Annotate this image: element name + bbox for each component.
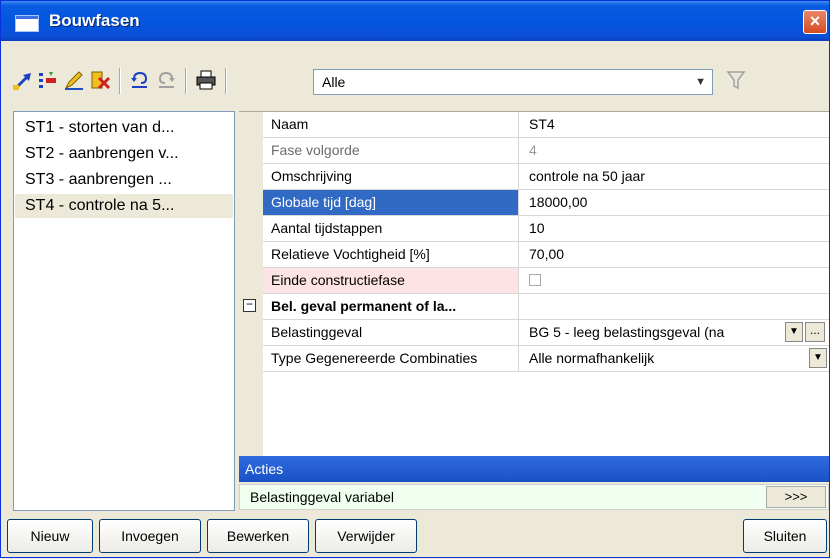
toolbar-separator bbox=[185, 68, 187, 94]
print-icon[interactable] bbox=[195, 69, 217, 91]
property-value bbox=[521, 268, 829, 293]
property-row-einde-constructiefase[interactable]: Einde constructiefase bbox=[263, 268, 829, 294]
category-value bbox=[521, 294, 829, 319]
property-label: Einde constructiefase bbox=[263, 268, 519, 293]
property-value[interactable]: 10 bbox=[521, 216, 829, 241]
chevron-down-icon[interactable]: ▼ bbox=[785, 322, 803, 342]
list-item-selected[interactable]: ST4 - controle na 5... bbox=[15, 194, 233, 218]
new-stage-icon[interactable] bbox=[11, 69, 33, 91]
filter-funnel-icon[interactable] bbox=[725, 69, 747, 91]
property-row-omschrijving[interactable]: Omschrijving controle na 50 jaar bbox=[263, 164, 829, 190]
redo-icon[interactable] bbox=[155, 69, 177, 91]
window-title: Bouwfasen bbox=[49, 11, 140, 30]
list-item[interactable]: ST2 - aanbrengen v... bbox=[15, 142, 233, 166]
property-row-naam[interactable]: Naam ST4 bbox=[263, 112, 829, 138]
collapse-icon[interactable]: − bbox=[243, 298, 256, 312]
property-row-relatieve-vochtigheid[interactable]: Relatieve Vochtigheid [%] 70,00 bbox=[263, 242, 829, 268]
property-label: Relatieve Vochtigheid [%] bbox=[263, 242, 519, 267]
edit-icon[interactable] bbox=[63, 69, 85, 91]
property-value[interactable]: 70,00 bbox=[521, 242, 829, 267]
chevron-down-icon[interactable]: ▼ bbox=[695, 76, 706, 88]
action-expand-button[interactable]: >>> bbox=[766, 486, 826, 508]
filter-dropdown[interactable]: Alle ▼ bbox=[313, 69, 713, 95]
bouwfasen-window: Bouwfasen × Alle ▼ ST1 - storten van d..… bbox=[0, 0, 830, 558]
toolbar-separator bbox=[225, 68, 227, 94]
property-label: Fase volgorde bbox=[263, 138, 519, 163]
toolbar-separator bbox=[119, 68, 121, 94]
undo-icon[interactable] bbox=[129, 69, 151, 91]
property-value: 4 bbox=[529, 142, 537, 158]
invoegen-button[interactable]: Invoegen bbox=[99, 519, 201, 553]
list-item[interactable]: ST1 - storten van d... bbox=[15, 116, 233, 140]
category-label: Bel. geval permanent of la... bbox=[263, 294, 519, 319]
property-label: Aantal tijdstappen bbox=[263, 216, 519, 241]
property-row-aantal-tijdstappen[interactable]: Aantal tijdstappen 10 bbox=[263, 216, 829, 242]
phase-list[interactable]: ST1 - storten van d... ST2 - aanbrengen … bbox=[13, 111, 235, 511]
property-value[interactable]: Alle normafhankelijk bbox=[521, 346, 791, 371]
sluiten-button[interactable]: Sluiten bbox=[743, 519, 827, 553]
filter-value: Alle bbox=[322, 74, 346, 90]
property-value[interactable]: ST4 bbox=[521, 112, 829, 137]
verwijder-button[interactable]: Verwijder bbox=[315, 519, 417, 553]
einde-constructiefase-checkbox[interactable] bbox=[529, 274, 541, 286]
property-label-selected: Globale tijd [dag] bbox=[263, 190, 519, 215]
action-label: Belastinggeval variabel bbox=[250, 489, 394, 505]
insert-icon[interactable] bbox=[37, 69, 59, 91]
property-value[interactable]: 18000,00 bbox=[521, 190, 829, 215]
action-row[interactable]: Belastinggeval variabel >>> bbox=[239, 484, 829, 510]
property-label: Omschrijving bbox=[263, 164, 519, 189]
title-bar[interactable]: Bouwfasen × bbox=[1, 1, 829, 41]
chevron-down-icon[interactable]: ▼ bbox=[809, 348, 827, 368]
property-row-globale-tijd[interactable]: Globale tijd [dag] 18000,00 bbox=[263, 190, 829, 216]
grid-gutter bbox=[239, 112, 263, 457]
delete-icon[interactable] bbox=[89, 69, 111, 91]
property-label: Belastinggeval bbox=[263, 320, 519, 345]
actions-header: Acties bbox=[239, 456, 829, 482]
list-item[interactable]: ST3 - aanbrengen ... bbox=[15, 168, 233, 192]
window-icon bbox=[15, 15, 39, 32]
close-button[interactable]: × bbox=[803, 10, 827, 34]
property-grid: Naam ST4 Fase volgorde 4 Omschrijving co… bbox=[239, 111, 829, 457]
toolbar: Alle ▼ bbox=[5, 63, 825, 104]
property-label: Type Gegenereerde Combinaties bbox=[263, 346, 519, 371]
property-row-type-combinaties[interactable]: Type Gegenereerde Combinaties Alle norma… bbox=[263, 346, 829, 372]
bewerken-button[interactable]: Bewerken bbox=[207, 519, 309, 553]
bottom-button-bar: Nieuw Invoegen Bewerken Verwijder Sluite… bbox=[1, 513, 830, 559]
property-row-fase-volgorde[interactable]: Fase volgorde 4 bbox=[263, 138, 829, 164]
property-value[interactable]: BG 5 - leeg belastingsgeval (na bbox=[521, 320, 767, 345]
category-row[interactable]: Bel. geval permanent of la... bbox=[263, 294, 829, 320]
property-row-belastinggeval[interactable]: Belastinggeval BG 5 - leeg belastingsgev… bbox=[263, 320, 829, 346]
nieuw-button[interactable]: Nieuw bbox=[7, 519, 93, 553]
property-value[interactable]: controle na 50 jaar bbox=[521, 164, 829, 189]
property-label: Naam bbox=[263, 112, 519, 137]
ellipsis-button[interactable]: ... bbox=[805, 322, 825, 342]
